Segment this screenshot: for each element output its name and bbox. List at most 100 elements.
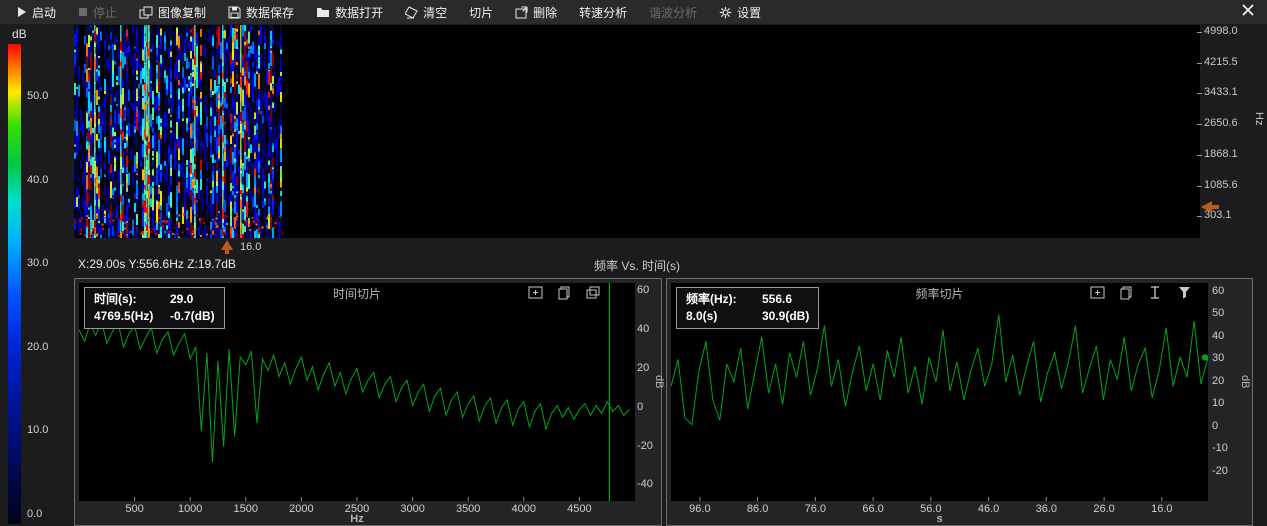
- y-axis-tick: 60: [1212, 285, 1224, 297]
- close-button[interactable]: [1237, 2, 1259, 22]
- colorbar-unit-label: dB: [12, 27, 27, 41]
- x-axis-tick: 76.0: [805, 503, 826, 515]
- x-axis-tick: 86.0: [747, 503, 768, 515]
- toolbar-button-8[interactable]: 删除: [504, 0, 568, 24]
- freq-axis-tick: 1085.6: [1204, 179, 1238, 191]
- y-axis-tick: 10: [1212, 397, 1224, 409]
- folder-open-icon: [316, 6, 330, 18]
- freq-slice-toolbar: [1087, 286, 1194, 304]
- x-axis-tick: 66.0: [862, 503, 883, 515]
- copy-page-icon: [1120, 286, 1133, 305]
- toolbar-button-2: 停止: [67, 0, 128, 24]
- colorbar-tick: 10.0: [27, 424, 48, 436]
- freq-axis-tick: 4215.5: [1204, 56, 1238, 68]
- delete-icon: [515, 6, 528, 19]
- toolbar-button-label: 数据打开: [335, 4, 383, 21]
- toolbar-button-label: 图像复制: [158, 4, 206, 21]
- toolbar-button-label: 启动: [32, 4, 56, 21]
- colorbar-tick: 20.0: [27, 341, 48, 353]
- time-info-value-1: 29.0: [170, 292, 193, 306]
- copy-page-icon: [558, 286, 571, 305]
- add-window-icon: [1090, 286, 1105, 304]
- toolbar-button-11[interactable]: 设置: [708, 0, 772, 24]
- y-axis-tick: 50: [1212, 307, 1224, 319]
- y-axis-tick: 30: [1212, 352, 1224, 364]
- stop-icon: [78, 7, 88, 17]
- add-window-icon: [528, 286, 543, 304]
- spectrogram-axis-unit: Hz: [1253, 112, 1265, 125]
- toolbar-button-label: 谐波分析: [649, 4, 697, 21]
- time-cursor-label: 16.0: [240, 241, 261, 253]
- y-axis-tick: -20: [1212, 465, 1228, 477]
- x-axis-tick: 26.0: [1093, 503, 1114, 515]
- add-window-button[interactable]: [525, 286, 545, 304]
- y-axis-tick: 20: [1212, 375, 1224, 387]
- freq-axis-tick: 2650.6: [1204, 117, 1238, 129]
- x-axis-tick: 16.0: [1151, 503, 1172, 515]
- toolbar-button-label: 删除: [533, 4, 557, 21]
- toolbar-button-label: 停止: [93, 4, 117, 21]
- colorbar-gradient: [8, 44, 21, 524]
- ibeam-button[interactable]: [1145, 286, 1165, 304]
- freq-slice-y-unit: dB: [1239, 375, 1251, 388]
- ibeam-icon: [1149, 286, 1161, 304]
- x-axis-tick: 3500: [456, 503, 480, 515]
- y-axis-tick: 60: [637, 284, 649, 296]
- toolbar-button-9[interactable]: 转速分析: [568, 0, 638, 24]
- y-axis-tick: -40: [637, 478, 653, 490]
- toolbar-button-4[interactable]: 数据保存: [217, 0, 305, 24]
- freq-slice-infobox: 频率(Hz):556.6 8.0(s)30.9(dB): [676, 287, 819, 329]
- clear-icon: [405, 6, 418, 19]
- toolbar-button-5[interactable]: 数据打开: [305, 0, 394, 24]
- filter-button[interactable]: [1174, 286, 1194, 304]
- cursor-status: X:29.00s Y:556.6Hz Z:19.7dB: [78, 257, 236, 271]
- x-axis-tick: 3000: [400, 503, 424, 515]
- freq-info-label-2: 8.0(s): [686, 308, 762, 325]
- toolbar-button-6[interactable]: 清空: [394, 0, 458, 24]
- colorbar-tick: 40.0: [27, 174, 48, 186]
- play-icon: [17, 7, 27, 17]
- freq-slice-panel: 频率切片 频率(Hz):556.6 8.0(s)30.9(dB) s dB 96…: [666, 278, 1253, 526]
- time-cursor-arrow[interactable]: [221, 240, 233, 250]
- x-axis-tick: 2500: [345, 503, 369, 515]
- x-axis-tick: 1500: [234, 503, 258, 515]
- spectrogram-image: [74, 25, 1200, 238]
- gear-icon: [719, 6, 732, 19]
- freq-info-value-1: 556.6: [762, 292, 792, 306]
- toolbar-button-3[interactable]: 图像复制: [128, 0, 217, 24]
- toolbar-button-1[interactable]: 启动: [6, 0, 67, 24]
- y-axis-tick: -10: [1212, 442, 1228, 454]
- x-axis-tick: 500: [125, 503, 143, 515]
- filter-icon: [1178, 286, 1191, 304]
- x-axis-tick: 4500: [567, 503, 591, 515]
- toolbar-items: 启动 停止 图像复制 数据保存 数据打开清空切片 删除转速分析谐波分析 设置: [6, 0, 772, 24]
- time-slice-panel: 时间切片 时间(s):29.0 4769.5(Hz)-0.7(dB) Hz dB…: [74, 278, 662, 526]
- spectrogram-title: 频率 Vs. 时间(s): [74, 257, 1200, 274]
- x-axis-tick: 2000: [289, 503, 313, 515]
- toolbar-button-label: 切片: [469, 4, 493, 21]
- freq-axis-tick: 4998.0: [1204, 25, 1238, 37]
- layers-icon: [586, 286, 600, 304]
- y-axis-tick: 40: [1212, 330, 1224, 342]
- y-axis-tick: 20: [637, 362, 649, 374]
- time-slice-toolbar: [525, 286, 603, 304]
- layers-button[interactable]: [583, 286, 603, 304]
- colorbar-tick: 0.0: [27, 508, 42, 520]
- toolbar-button-7[interactable]: 切片: [458, 0, 504, 24]
- copy-page-button[interactable]: [554, 286, 574, 304]
- toolbar-button-10: 谐波分析: [638, 0, 708, 24]
- time-slice-y-unit: dB: [653, 375, 665, 388]
- image-copy-icon: [139, 6, 153, 19]
- time-info-value-2: -0.7(dB): [170, 309, 215, 323]
- toolbar-button-label: 数据保存: [246, 4, 294, 21]
- toolbar-button-label: 设置: [737, 4, 761, 21]
- spectrogram-plot[interactable]: [74, 25, 1200, 238]
- x-axis-tick: 46.0: [978, 503, 999, 515]
- add-window-button[interactable]: [1087, 286, 1107, 304]
- colorbar-tick: 30.0: [27, 257, 48, 269]
- freq-cursor-arrow[interactable]: [1201, 201, 1212, 213]
- y-axis-tick: 0: [637, 401, 643, 413]
- time-info-label-2: 4769.5(Hz): [94, 308, 170, 325]
- copy-page-button[interactable]: [1116, 286, 1136, 304]
- close-icon: [1242, 3, 1254, 21]
